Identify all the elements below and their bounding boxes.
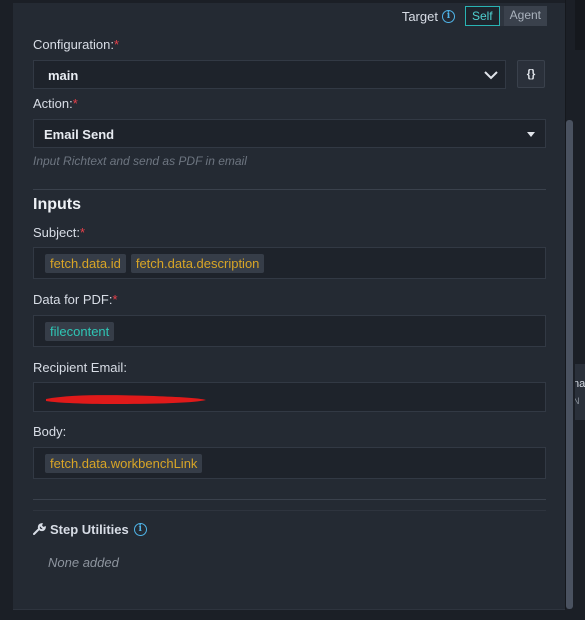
redaction-mark <box>46 395 206 404</box>
body-input[interactable]: fetch.data.workbenchLink <box>33 447 546 479</box>
background-strip <box>575 0 585 50</box>
step-utilities-label: Step Utilities <box>50 522 129 537</box>
inputs-heading: Inputs <box>33 196 81 213</box>
token-chip[interactable]: filecontent <box>45 322 115 341</box>
subject-input[interactable]: fetch.data.id fetch.data.description <box>33 247 546 279</box>
info-icon[interactable]: i <box>441 9 455 23</box>
required-marker: * <box>79 225 86 240</box>
target-selector: Target i Self Agent <box>402 6 547 26</box>
json-editor-button[interactable]: {} <box>517 60 545 88</box>
token-chip[interactable]: fetch.data.description <box>130 254 265 273</box>
data-for-pdf-label: Data for PDF:* <box>33 292 118 307</box>
token-chip[interactable]: fetch.data.workbenchLink <box>45 454 203 473</box>
step-utilities-header[interactable]: Step Utilities i <box>33 522 147 537</box>
recipient-email-input[interactable] <box>33 382 546 412</box>
divider <box>33 499 546 500</box>
info-icon[interactable]: i <box>133 523 147 536</box>
caret-down-icon <box>527 132 535 137</box>
adjacent-node-peek[interactable]: na N <box>575 364 585 420</box>
subject-label: Subject:* <box>33 225 86 240</box>
action-hint: Input Richtext and send as PDF in email <box>33 154 247 168</box>
peek-text: na <box>575 378 585 390</box>
bottom-edge <box>13 609 565 620</box>
configuration-label: Configuration:* <box>33 37 120 52</box>
peek-subtext: N <box>575 396 580 406</box>
required-marker: * <box>72 96 78 111</box>
step-config-panel: Target i Self Agent Configuration:* main… <box>13 0 566 609</box>
panel-top-border <box>13 0 565 3</box>
target-label: Target <box>401 8 438 24</box>
wrench-icon <box>33 523 46 535</box>
target-toggle: Self Agent <box>464 6 547 26</box>
action-select[interactable]: Email Send <box>33 119 546 148</box>
scrollbar-thumb[interactable] <box>566 120 573 609</box>
required-marker: * <box>113 37 120 52</box>
data-for-pdf-input[interactable]: filecontent <box>33 315 546 347</box>
empty-state-text: None added <box>48 555 119 570</box>
target-self-button[interactable]: Self <box>464 6 500 26</box>
chevron-down-icon <box>484 71 498 80</box>
divider <box>33 510 546 511</box>
action-label: Action:* <box>33 96 78 111</box>
body-label: Body: <box>33 424 67 439</box>
action-value: Email Send <box>44 127 115 142</box>
configuration-select[interactable]: main <box>33 60 506 89</box>
divider <box>33 189 546 190</box>
configuration-value: main <box>48 68 79 83</box>
recipient-email-label: Recipient Email: <box>33 360 127 375</box>
target-agent-button[interactable]: Agent <box>503 6 547 26</box>
required-marker: * <box>112 292 118 307</box>
token-chip[interactable]: fetch.data.id <box>45 254 126 273</box>
